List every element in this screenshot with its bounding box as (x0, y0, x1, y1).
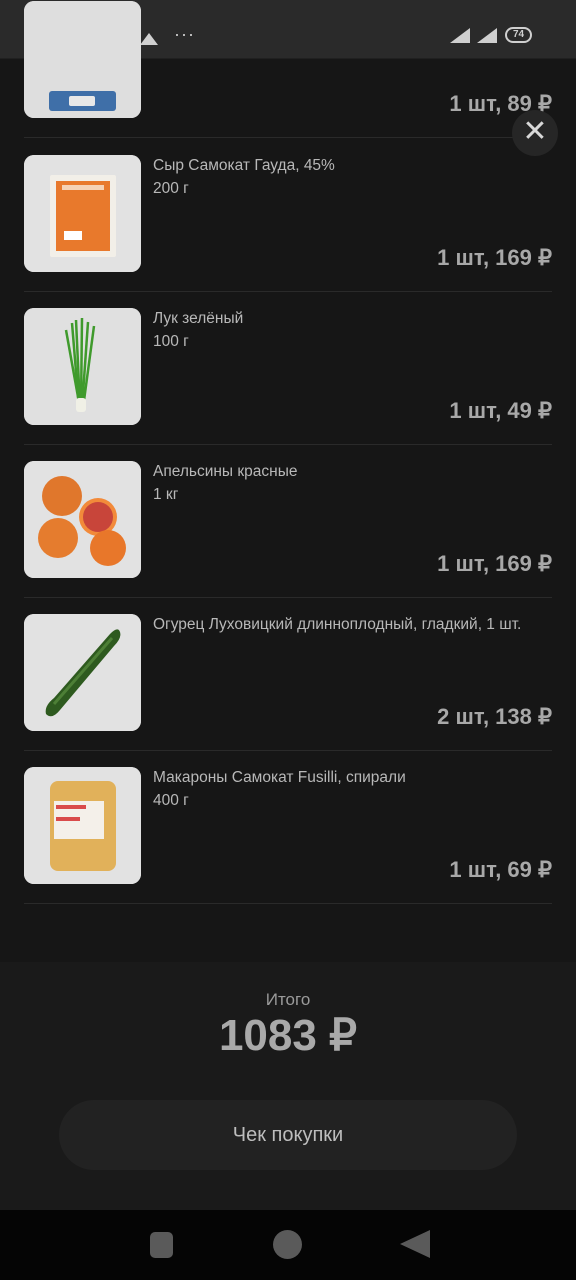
item-weight: 1 кг (153, 486, 179, 503)
item-price: 1 шт, 49 ₽ (449, 398, 552, 423)
close-button[interactable]: ✕ (512, 110, 558, 156)
list-item[interactable]: Апельсины красные 1 кг 1 шт, 169 ₽ (24, 444, 552, 598)
item-title: Сыр Самокат Гауда, 45% (153, 157, 335, 174)
product-package-icon (24, 1, 141, 118)
list-item[interactable]: Лук зелёный 100 г 1 шт, 49 ₽ (24, 291, 552, 445)
home-icon[interactable] (273, 1230, 302, 1259)
recent-apps-icon[interactable] (150, 1232, 173, 1258)
back-icon[interactable] (400, 1230, 430, 1258)
list-item[interactable]: Макароны Самокат Fusilli, спирали 400 г … (24, 750, 552, 904)
total-label: Итого (265, 990, 311, 1009)
close-icon: ✕ (522, 115, 548, 148)
list-item[interactable]: 1 шт, 89 ₽ (24, 0, 552, 138)
cheese-package-icon (24, 155, 141, 272)
item-weight: 100 г (153, 333, 189, 350)
system-navigation-bar (0, 1210, 576, 1280)
item-price: 2 шт, 138 ₽ (437, 704, 552, 729)
item-title: Лук зелёный (153, 310, 244, 327)
item-price: 1 шт, 169 ₽ (437, 245, 552, 270)
blood-oranges-icon (24, 461, 141, 578)
item-title: Огурец Луховицкий длинноплодный, гладкий… (153, 616, 522, 633)
total-amount: 1083 ₽ (218, 1011, 358, 1060)
item-price: 1 шт, 169 ₽ (437, 551, 552, 576)
pasta-package-icon (24, 767, 141, 884)
item-price: 1 шт, 69 ₽ (449, 857, 552, 882)
item-weight: 200 г (153, 180, 189, 197)
order-summary: Итого 1083 ₽ Чек покупки (0, 962, 576, 1210)
list-item[interactable]: Сыр Самокат Гауда, 45% 200 г 1 шт, 169 ₽ (24, 138, 552, 292)
item-title: Апельсины красные (153, 463, 298, 480)
receipt-button[interactable]: Чек покупки (59, 1100, 517, 1170)
cucumber-icon (24, 614, 141, 731)
item-title: Макароны Самокат Fusilli, спирали (153, 769, 406, 786)
list-item[interactable]: Огурец Луховицкий длинноплодный, гладкий… (24, 597, 552, 751)
green-onion-icon (24, 308, 141, 425)
item-weight: 400 г (153, 792, 189, 809)
